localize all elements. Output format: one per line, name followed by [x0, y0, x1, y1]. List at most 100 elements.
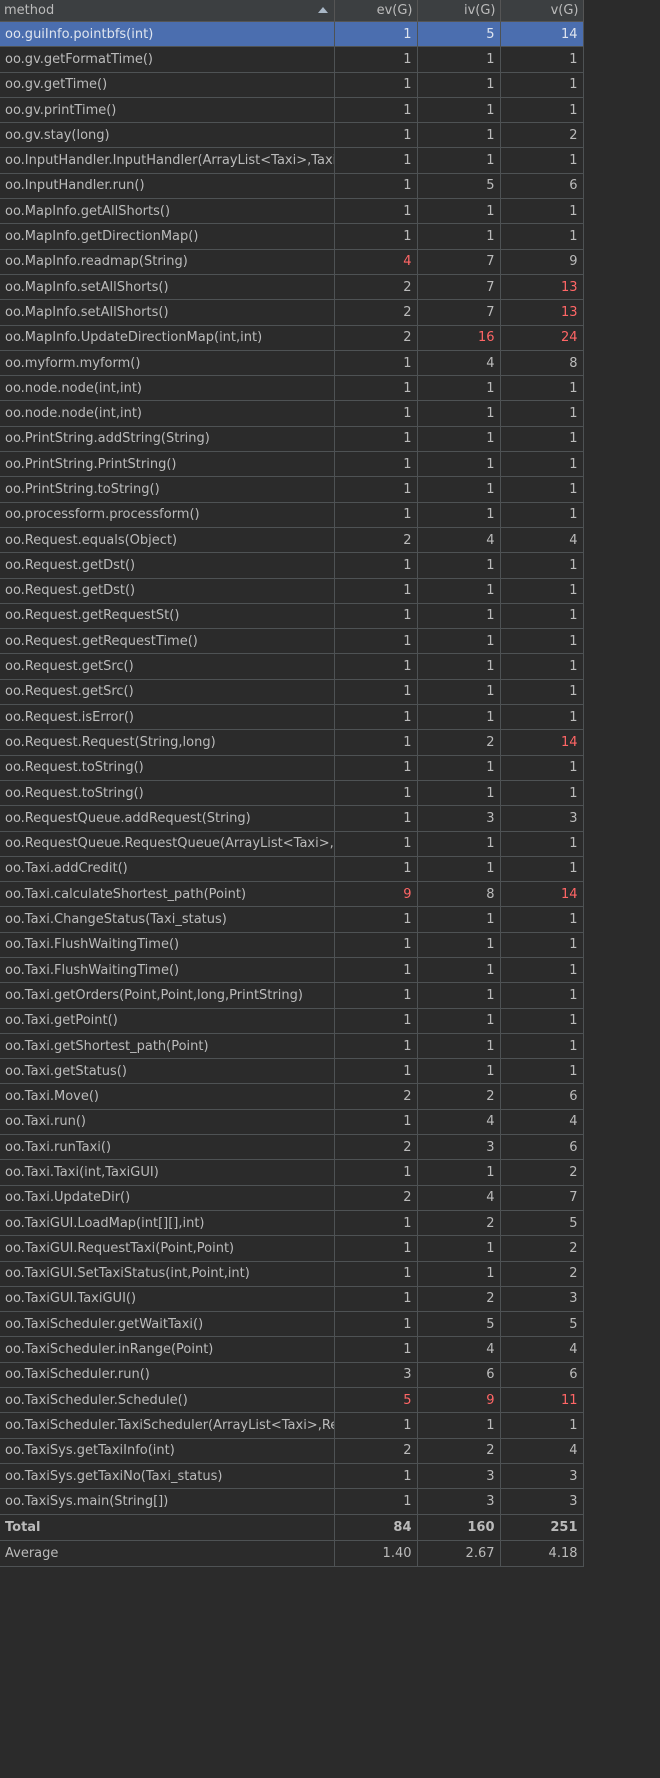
table-row[interactable]: oo.Request.getRequestTime() 1 1 1	[0, 628, 584, 655]
v-cell: 5	[500, 1210, 584, 1237]
table-row[interactable]: oo.Request.isError() 1 1 1	[0, 704, 584, 731]
table-row[interactable]: oo.MapInfo.UpdateDirectionMap(int,int) 2 1…	[0, 325, 584, 351]
table-row[interactable]: oo.Taxi.getPoint() 1 1 1	[0, 1008, 584, 1034]
column-header-ev[interactable]: ev(G)	[334, 0, 418, 22]
ev-cell: 1	[334, 1235, 418, 1262]
table-row[interactable]: oo.Request.Request(String,long) 1 2 14	[0, 729, 584, 756]
ev-cell: 1	[334, 223, 418, 250]
iv-cell: 4	[417, 527, 501, 554]
table-row[interactable]: oo.TaxiSys.getTaxiInfo(int) 2 2 4	[0, 1438, 584, 1464]
ev-cell: 1	[334, 653, 418, 680]
table-row[interactable]: oo.Taxi.UpdateDir() 2 4 7	[0, 1185, 584, 1211]
total-v: 251	[500, 1514, 584, 1541]
v-cell: 2	[500, 122, 584, 149]
table-row[interactable]: oo.Request.getSrc() 1 1 1	[0, 653, 584, 680]
table-row[interactable]: oo.RequestQueue.RequestQueue(ArrayList<T…	[0, 831, 584, 857]
table-row[interactable]: oo.MapInfo.readmap(String) 4 7 9	[0, 249, 584, 275]
table-row[interactable]: oo.Taxi.addCredit() 1 1 1	[0, 856, 584, 883]
table-row[interactable]: oo.node.node(int,int) 1 1 1	[0, 375, 584, 402]
table-row[interactable]: oo.TaxiGUI.RequestTaxi(Point,Point) 1 1 2	[0, 1235, 584, 1262]
table-row[interactable]: oo.TaxiScheduler.Schedule() 5 9 11	[0, 1387, 584, 1414]
method-cell: oo.TaxiScheduler.run()	[0, 1362, 335, 1389]
v-cell: 3	[500, 805, 584, 832]
v-cell: 9	[500, 249, 584, 275]
table-row[interactable]: oo.gv.getTime() 1 1 1	[0, 72, 584, 98]
table-row[interactable]: oo.gv.stay(long) 1 1 2	[0, 122, 584, 149]
table-row[interactable]: oo.Taxi.FlushWaitingTime() 1 1 1	[0, 932, 584, 958]
v-cell: 13	[500, 274, 584, 301]
table-row[interactable]: oo.TaxiScheduler.getWaitTaxi() 1 5 5	[0, 1311, 584, 1338]
table-row[interactable]: oo.PrintString.toString() 1 1 1	[0, 476, 584, 503]
ev-cell: 1	[334, 628, 418, 655]
table-row[interactable]: oo.PrintString.addString(String) 1 1 1	[0, 426, 584, 453]
table-row[interactable]: oo.Request.getDst() 1 1 1	[0, 552, 584, 579]
table-row[interactable]: oo.TaxiScheduler.run() 3 6 6	[0, 1362, 584, 1389]
table-row[interactable]: oo.Taxi.getOrders(Point,Point,long,Print…	[0, 982, 584, 1009]
v-cell: 1	[500, 932, 584, 958]
table-row[interactable]: oo.TaxiGUI.TaxiGUI() 1 2 3	[0, 1286, 584, 1313]
table-row[interactable]: oo.Taxi.run() 1 4 4	[0, 1109, 584, 1136]
table-row[interactable]: oo.Request.equals(Object) 2 4 4	[0, 527, 584, 554]
method-cell: oo.TaxiScheduler.Schedule()	[0, 1387, 335, 1414]
ev-cell: 1	[334, 72, 418, 98]
total-label: Total	[0, 1514, 335, 1541]
iv-cell: 1	[417, 653, 501, 680]
table-row[interactable]: oo.PrintString.PrintString() 1 1 1	[0, 451, 584, 478]
table-row[interactable]: oo.Taxi.getShortest_path(Point) 1 1 1	[0, 1033, 584, 1060]
table-row[interactable]: oo.RequestQueue.addRequest(String) 1 3 3	[0, 805, 584, 832]
table-row[interactable]: oo.Taxi.getStatus() 1 1 1	[0, 1058, 584, 1085]
table-row[interactable]: oo.Request.toString() 1 1 1	[0, 755, 584, 781]
iv-cell: 1	[417, 375, 501, 402]
column-header-method[interactable]: method	[0, 0, 335, 22]
iv-cell: 4	[417, 1336, 501, 1363]
v-cell: 1	[500, 704, 584, 731]
table-row[interactable]: oo.Request.getDst() 1 1 1	[0, 578, 584, 604]
table-row[interactable]: oo.guiInfo.pointbfs(int) 1 5 14	[0, 21, 584, 48]
table-row[interactable]: oo.TaxiGUI.LoadMap(int[][],int) 1 2 5	[0, 1210, 584, 1237]
table-row[interactable]: oo.processform.processform() 1 1 1	[0, 502, 584, 528]
v-cell: 4	[500, 1336, 584, 1363]
table-row[interactable]: oo.Taxi.ChangeStatus(Taxi_status) 1 1 1	[0, 906, 584, 933]
table-row[interactable]: oo.MapInfo.setAllShorts() 2 7 13	[0, 274, 584, 301]
table-row[interactable]: oo.Taxi.runTaxi() 2 3 6	[0, 1134, 584, 1161]
v-cell: 1	[500, 906, 584, 933]
table-row[interactable]: oo.TaxiSys.getTaxiNo(Taxi_status) 1 3 3	[0, 1463, 584, 1490]
table-row[interactable]: oo.MapInfo.getDirectionMap() 1 1 1	[0, 223, 584, 250]
v-cell: 4	[500, 1109, 584, 1136]
method-cell: oo.Request.getDst()	[0, 552, 335, 579]
v-cell: 6	[500, 1134, 584, 1161]
table-row[interactable]: oo.TaxiGUI.SetTaxiStatus(int,Point,int) 1…	[0, 1261, 584, 1287]
table-row[interactable]: oo.gv.printTime() 1 1 1	[0, 97, 584, 124]
table-row[interactable]: oo.Request.toString() 1 1 1	[0, 780, 584, 807]
table-row[interactable]: oo.myform.myform() 1 4 8	[0, 350, 584, 377]
table-row[interactable]: oo.TaxiScheduler.inRange(Point) 1 4 4	[0, 1336, 584, 1363]
method-cell: oo.Request.getSrc()	[0, 679, 335, 706]
table-row[interactable]: oo.gv.getFormatTime() 1 1 1	[0, 46, 584, 73]
table-row[interactable]: oo.MapInfo.getAllShorts() 1 1 1	[0, 198, 584, 225]
table-header: method ev(G) iv(G) v(G)	[0, 0, 584, 22]
table-row[interactable]: oo.Taxi.Taxi(int,TaxiGUI) 1 1 2	[0, 1159, 584, 1186]
table-row[interactable]: oo.InputHandler.run() 1 5 6	[0, 173, 584, 200]
ev-cell: 1	[334, 1336, 418, 1363]
column-header-iv[interactable]: iv(G)	[417, 0, 501, 22]
ev-cell: 2	[334, 299, 418, 326]
table-row[interactable]: oo.Taxi.Move() 2 2 6	[0, 1083, 584, 1110]
table-row[interactable]: oo.Request.getRequestSt() 1 1 1	[0, 603, 584, 630]
v-cell: 2	[500, 1261, 584, 1287]
table-row[interactable]: oo.TaxiScheduler.TaxiScheduler(ArrayList…	[0, 1412, 584, 1439]
table-row[interactable]: oo.Taxi.FlushWaitingTime() 1 1 1	[0, 957, 584, 984]
table-row[interactable]: oo.InputHandler.InputHandler(ArrayList<T…	[0, 147, 584, 174]
method-cell: oo.Taxi.getPoint()	[0, 1008, 335, 1034]
iv-cell: 2	[417, 729, 501, 756]
v-cell: 1	[500, 223, 584, 250]
table-row[interactable]: oo.node.node(int,int) 1 1 1	[0, 400, 584, 427]
column-header-v[interactable]: v(G)	[500, 0, 584, 22]
ev-cell: 1	[334, 46, 418, 73]
table-row[interactable]: oo.MapInfo.setAllShorts() 2 7 13	[0, 299, 584, 326]
table-row[interactable]: oo.Taxi.calculateShortest_path(Point) 9 8 1…	[0, 881, 584, 908]
table-row[interactable]: oo.TaxiSys.main(String[]) 1 3 3	[0, 1488, 584, 1515]
v-cell: 14	[500, 729, 584, 756]
method-cell: oo.PrintString.PrintString()	[0, 451, 335, 478]
method-cell: oo.Request.getSrc()	[0, 653, 335, 680]
table-row[interactable]: oo.Request.getSrc() 1 1 1	[0, 679, 584, 706]
